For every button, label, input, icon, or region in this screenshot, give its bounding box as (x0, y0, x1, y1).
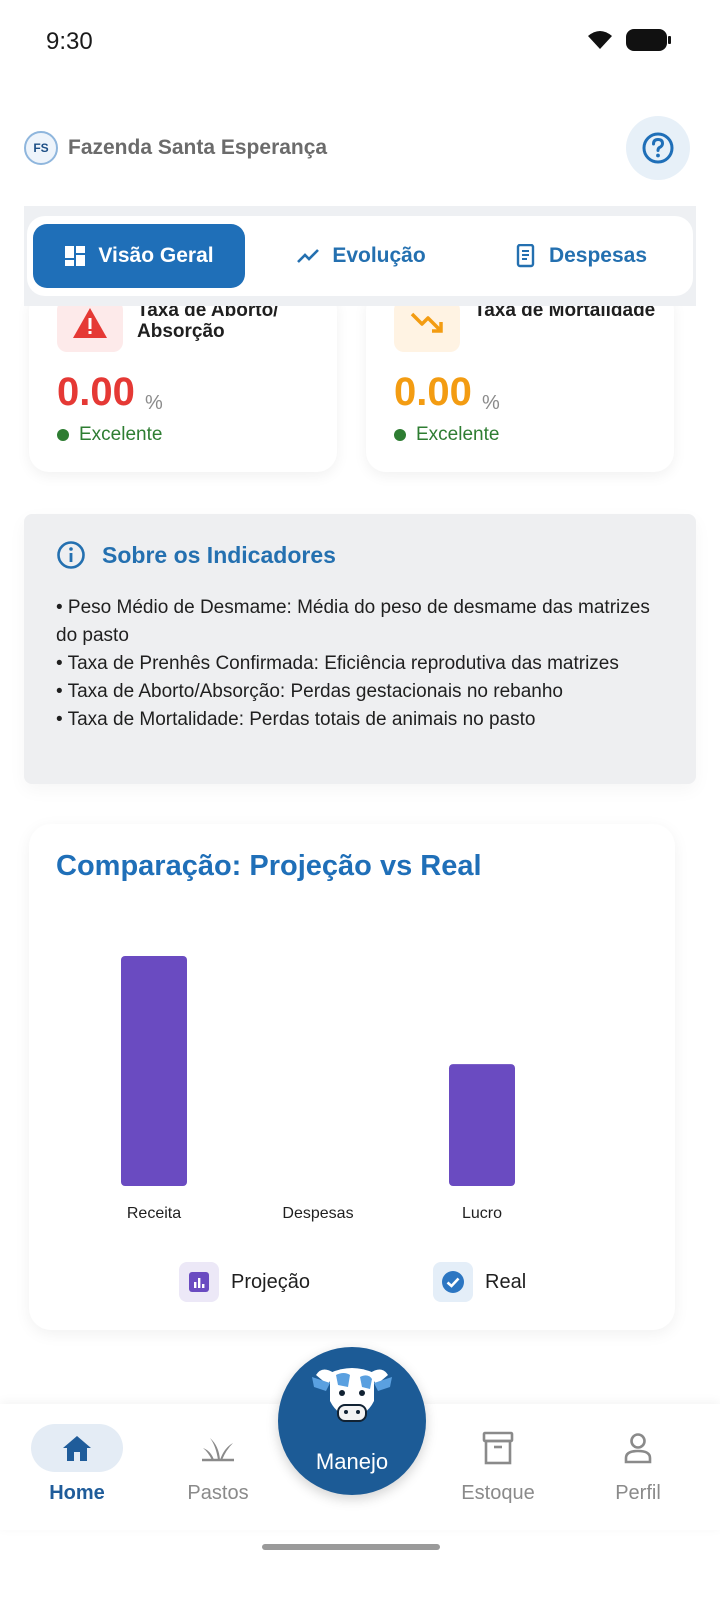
comparison-chart-card: Comparação: Projeção vs Real Receita Desp… (29, 824, 675, 1330)
info-title: Sobre os Indicadores (102, 542, 336, 568)
legend-item-projecao[interactable]: Projeção (179, 1262, 310, 1302)
metric-card-mortality: Taxa de Mortalidade 0.00 % Excelente (366, 290, 674, 472)
tab-visao-geral[interactable]: Visão Geral (33, 224, 245, 288)
dashboard-icon (65, 246, 86, 266)
info-item: • Taxa de Aborto/Absorção: Perdas gestac… (56, 681, 563, 702)
manejo-button[interactable]: Manejo (278, 1347, 426, 1495)
info-item: • Taxa de Prenhês Confirmada: Eficiência… (56, 653, 619, 674)
help-button[interactable] (626, 116, 690, 180)
person-icon (624, 1433, 652, 1464)
warning-icon (73, 308, 107, 338)
bar-projeo-lucro[interactable] (449, 1064, 515, 1186)
chart-legend: Projeção Real (29, 1262, 675, 1306)
tab-bar: Visão Geral Evolução Despesas (27, 216, 693, 296)
x-tick-label: Despesas (282, 1205, 353, 1222)
comparison-bar-chart: Receita Despesas Lucro (121, 956, 515, 1222)
tab-despesas[interactable]: Despesas (475, 224, 687, 288)
nav-label: Perfil (615, 1482, 661, 1504)
metric-status: Excelente (394, 424, 499, 446)
farm-name[interactable]: Fazenda Santa Esperança (68, 136, 327, 160)
bar-projeo-receita[interactable] (121, 956, 187, 1186)
manejo-label: Manejo (315, 1449, 389, 1474)
status-time: 9:30 (46, 28, 93, 55)
metric-value: 0.00 (57, 370, 135, 414)
metric-card-abortion: Taxa de Aborto/ Absorção 0.00 % Excelent… (29, 290, 337, 472)
check-circle-icon (433, 1262, 473, 1302)
home-indicator (262, 1544, 440, 1550)
nav-item-estoque[interactable]: Estoque (443, 1424, 553, 1505)
info-item: • Taxa de Mortalidade: Perdas totais de … (56, 709, 536, 730)
help-icon (642, 132, 674, 164)
nav-item-pastos[interactable]: Pastos (163, 1424, 273, 1505)
farm-avatar[interactable]: FS (24, 131, 58, 165)
nav-item-perfil[interactable]: Perfil (583, 1424, 693, 1505)
cow-icon (312, 1368, 392, 1422)
farm-header: FS Fazenda Santa Esperança (24, 116, 696, 182)
x-tick-label: Lucro (462, 1205, 502, 1222)
trending-down-icon (410, 312, 443, 333)
indicators-info-card: Sobre os Indicadores • Peso Médio de Des… (24, 514, 696, 784)
status-dot-icon (57, 429, 69, 441)
info-icon (57, 541, 85, 569)
metric-value: 0.00 (394, 370, 472, 414)
nav-label: Pastos (187, 1482, 249, 1504)
legend-item-real[interactable]: Real (433, 1262, 526, 1302)
metric-unit: % (482, 392, 500, 414)
x-tick-label: Receita (127, 1205, 181, 1222)
bar-chart-icon (179, 1262, 219, 1302)
grass-icon (202, 1438, 234, 1462)
receipt-icon (516, 244, 535, 268)
battery-icon (626, 29, 671, 51)
tab-evolucao[interactable]: Evolução (255, 224, 467, 288)
info-item: • Peso Médio de Desmame: Média do peso d… (56, 597, 650, 646)
metric-title: Taxa de Aborto/ Absorção (137, 300, 279, 342)
metric-unit: % (145, 392, 163, 414)
status-bar: 9:30 (0, 0, 720, 80)
legend-label: Projeção (231, 1270, 310, 1293)
metric-status-label: Excelente (79, 424, 163, 445)
home-icon (63, 1436, 91, 1461)
metric-status-label: Excelente (416, 424, 500, 445)
status-dot-icon (394, 429, 406, 441)
tab-label: Evolução (332, 244, 426, 267)
legend-label: Real (485, 1270, 527, 1293)
nav-item-home[interactable]: Home (22, 1424, 132, 1505)
tab-label: Despesas (548, 244, 648, 267)
archive-box-icon (482, 1431, 514, 1465)
nav-label: Home (49, 1482, 105, 1504)
nav-label: Estoque (461, 1482, 535, 1504)
info-list: • Peso Médio de Desmame: Média do peso d… (56, 594, 656, 734)
trend-line-icon (297, 249, 320, 263)
wifi-icon (588, 31, 612, 49)
tab-label: Visão Geral (98, 244, 214, 267)
metric-status: Excelente (57, 424, 162, 446)
status-icons (586, 28, 672, 52)
